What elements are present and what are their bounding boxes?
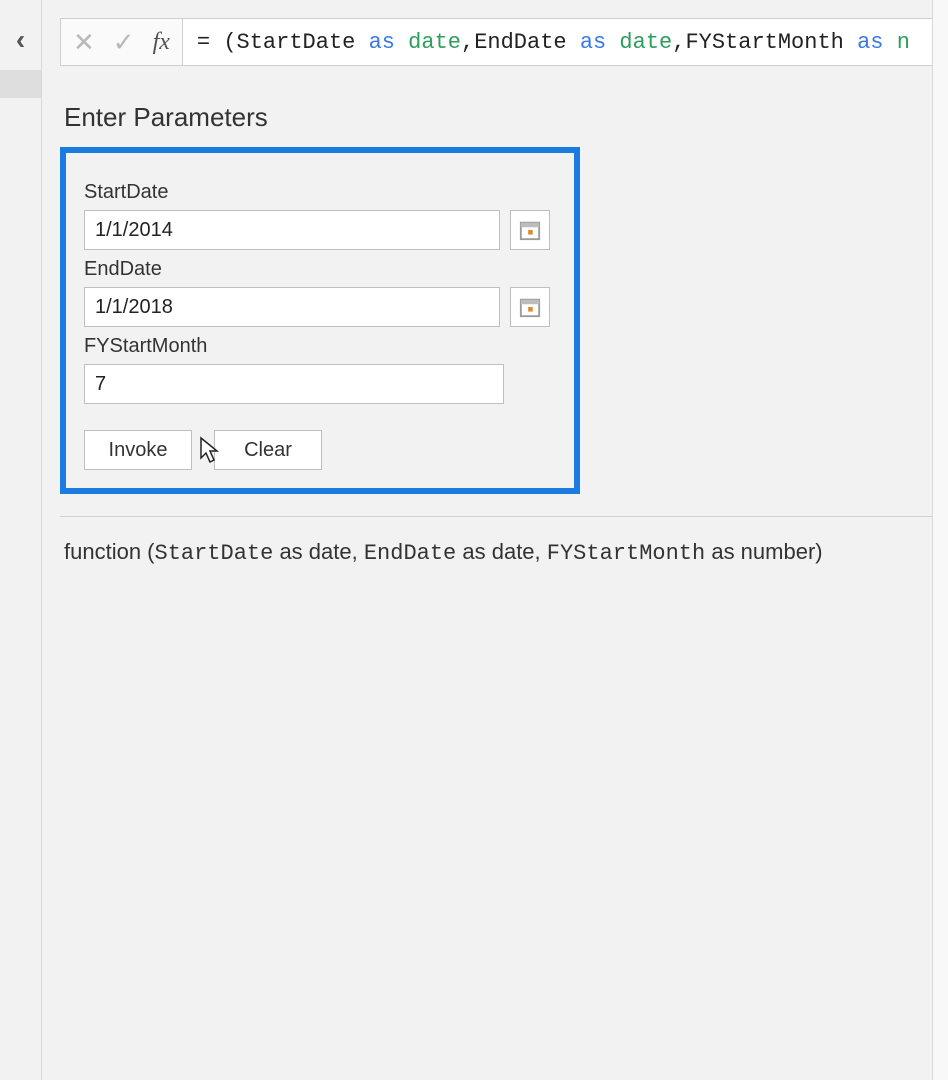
section-title: Enter Parameters bbox=[64, 102, 948, 133]
formula-token bbox=[395, 30, 408, 55]
formula-token: date bbox=[408, 30, 461, 55]
sig-token: StartDate bbox=[155, 541, 274, 566]
cancel-icon[interactable]: ✕ bbox=[73, 29, 95, 55]
startdate-input[interactable] bbox=[84, 210, 500, 250]
formula-input[interactable]: = ( StartDate as date , EndDate as date … bbox=[183, 18, 948, 66]
formula-token: = ( bbox=[197, 30, 237, 55]
enddate-label: EndDate bbox=[84, 258, 550, 281]
sig-token: FYStartMonth bbox=[547, 541, 705, 566]
formula-token: as bbox=[580, 30, 606, 55]
pane-collapse-column: ‹ bbox=[0, 0, 42, 1080]
formula-token bbox=[883, 30, 896, 55]
startdate-row bbox=[84, 210, 550, 250]
sig-token: EndDate bbox=[364, 541, 456, 566]
formula-token: , bbox=[461, 30, 474, 55]
app-root: ‹ ✕ ✓ fx = ( StartDate as date , EndDate… bbox=[0, 0, 948, 1080]
sig-token: as date, bbox=[273, 539, 364, 564]
formula-token: date bbox=[619, 30, 672, 55]
fystartmonth-label: FYStartMonth bbox=[84, 335, 550, 358]
enddate-row bbox=[84, 287, 550, 327]
parameters-box: StartDate EndDate bbox=[60, 147, 580, 494]
formula-bar-controls: ✕ ✓ fx bbox=[60, 18, 183, 66]
formula-token: n bbox=[897, 30, 910, 55]
formula-token: FYStartMonth bbox=[685, 30, 843, 55]
enddate-datepicker-button[interactable] bbox=[510, 287, 550, 327]
button-row: Invoke Clear bbox=[84, 430, 550, 470]
formula-token: EndDate bbox=[474, 30, 566, 55]
sig-token: function ( bbox=[64, 539, 155, 564]
startdate-datepicker-button[interactable] bbox=[510, 210, 550, 250]
pane-selected-indicator bbox=[0, 70, 41, 98]
formula-token bbox=[844, 30, 857, 55]
formula-bar: ✕ ✓ fx = ( StartDate as date , EndDate a… bbox=[60, 18, 948, 66]
sig-token: as number) bbox=[705, 539, 822, 564]
calendar-icon bbox=[519, 296, 541, 318]
formula-token: , bbox=[672, 30, 685, 55]
main-panel: ✕ ✓ fx = ( StartDate as date , EndDate a… bbox=[42, 0, 948, 1080]
invoke-button[interactable]: Invoke bbox=[84, 430, 192, 470]
separator bbox=[60, 516, 948, 517]
calendar-icon bbox=[519, 219, 541, 241]
formula-token: StartDate bbox=[237, 30, 356, 55]
formula-token bbox=[567, 30, 580, 55]
function-signature: function (StartDate as date, EndDate as … bbox=[60, 539, 948, 566]
startdate-label: StartDate bbox=[84, 181, 550, 204]
formula-token bbox=[606, 30, 619, 55]
fx-label: fx bbox=[153, 29, 170, 56]
right-rail bbox=[932, 0, 948, 1080]
enddate-input[interactable] bbox=[84, 287, 500, 327]
formula-token: as bbox=[857, 30, 883, 55]
confirm-icon[interactable]: ✓ bbox=[113, 29, 135, 55]
pane-collapse-toggle[interactable]: ‹ bbox=[16, 24, 25, 56]
formula-token bbox=[355, 30, 368, 55]
clear-button[interactable]: Clear bbox=[214, 430, 322, 470]
formula-token: as bbox=[369, 30, 395, 55]
sig-token: as date, bbox=[456, 539, 547, 564]
fystartmonth-input[interactable] bbox=[84, 364, 504, 404]
